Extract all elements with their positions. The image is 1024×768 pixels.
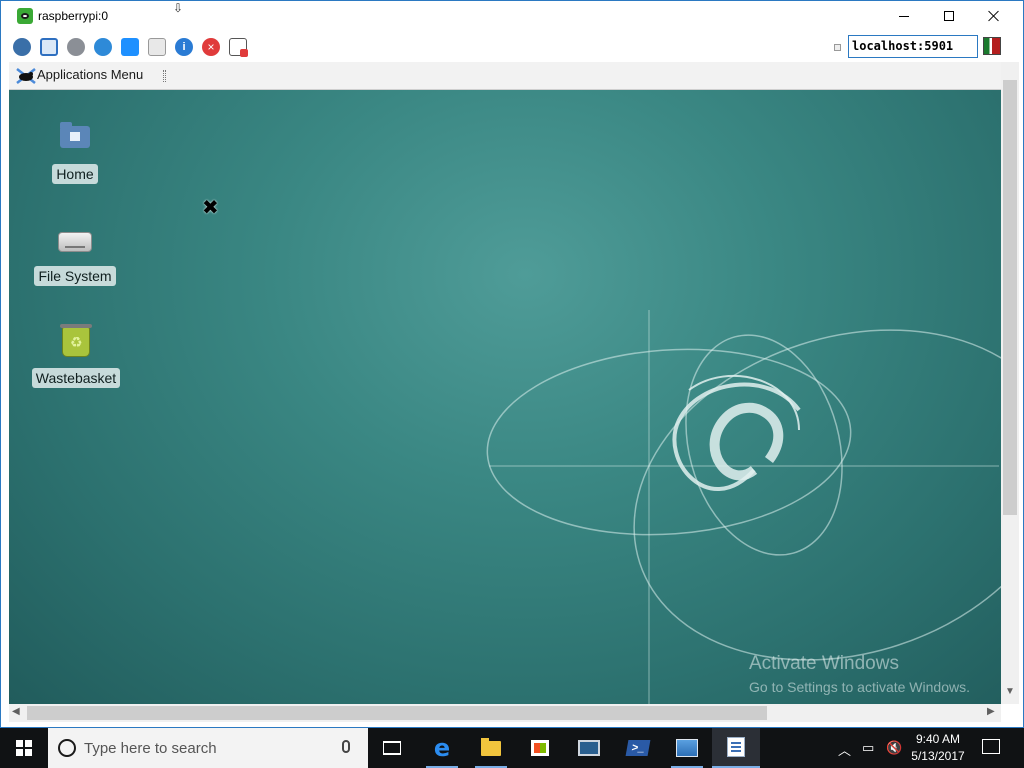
action-center-icon[interactable] [982,739,1000,754]
x-cursor-icon: ✖ [202,197,219,219]
file-explorer-icon [481,737,501,756]
scroll-right-arrow-icon[interactable]: ▶ [987,706,995,717]
vnc-viewer-icon [727,737,745,757]
remote-desktop-icon [578,740,600,756]
maximize-button[interactable] [926,1,972,31]
info-icon[interactable]: i [175,38,193,56]
desktop-icon-label: Home [52,164,98,184]
taskbar-search-box[interactable]: Type here to search [48,728,368,768]
watermark-subtitle: Go to Settings to activate Windows. [749,679,970,695]
horizontal-scrollbar[interactable]: ◀ ▶ [9,704,1001,722]
mouse-pointer-icon: ⇩ [173,1,184,15]
close-button[interactable] [971,1,1017,31]
desktop-icon-label: File System [34,266,116,286]
horizontal-scroll-thumb[interactable] [27,706,767,720]
activation-watermark: Activate Windows Go to Settings to activ… [749,653,970,695]
windows-logo-icon [16,740,32,756]
taskbar-edge[interactable]: e [418,728,466,768]
scroll-left-arrow-icon[interactable]: ◀ [12,706,20,717]
close-icon [988,10,1000,22]
connection-options-icon[interactable] [13,38,31,56]
taskbar-file-explorer[interactable] [467,728,515,768]
network-icon[interactable]: ▭ [862,740,874,756]
search-placeholder: Type here to search [84,740,217,757]
vnc-app-icon [17,8,33,24]
taskbar-network-app[interactable] [663,728,711,768]
vnc-viewer-window: raspberrypi:0 ⇩ i × localhost:5901 Appli… [0,0,1024,728]
refresh-icon[interactable] [94,38,112,56]
desktop-icon-file-system[interactable]: File System [30,220,120,286]
transfer-files-icon[interactable] [229,38,248,57]
host-address-field[interactable]: localhost:5901 [848,35,978,58]
windows-key-icon[interactable] [121,38,139,56]
store-icon [531,740,549,756]
taskbar-vnc-viewer[interactable] [712,728,760,768]
drive-icon [55,220,95,260]
powershell-icon: >_ [625,740,651,756]
desktop-icon-home[interactable]: Home [30,118,120,184]
clock-time: 9:40 AM [915,732,961,746]
network-computers-icon [676,739,698,757]
debian-swirl-wallpaper [486,310,1001,704]
remote-desktop[interactable]: Home File System Wastebasket ✖ Activate … [9,90,1001,704]
microphone-icon[interactable] [342,740,350,753]
vnc-toolbar: i × localhost:5901 [1,32,1023,62]
settings-gear-icon[interactable] [67,38,85,56]
clock-date: 5/13/2017 [911,749,965,763]
cortana-icon [58,739,76,757]
start-button[interactable] [0,728,48,768]
windows-taskbar: Type here to search e >_ ︿ ▭ 🔇 9:40 AM 5… [0,728,1024,768]
taskbar-powershell[interactable]: >_ [614,728,662,768]
title-bar[interactable]: raspberrypi:0 ⇩ [1,1,1023,31]
minimize-button[interactable] [881,1,927,31]
remote-xfce-panel: Applications Menu [9,62,1001,90]
taskbar-remote-desktop[interactable] [565,728,613,768]
panel-handle[interactable] [163,70,166,82]
window-title: raspberrypi:0 [38,9,109,23]
task-view-button[interactable] [368,728,416,768]
taskbar-store[interactable] [516,728,564,768]
scroll-down-arrow-icon[interactable]: ▼ [1005,686,1015,697]
desktop-icon-wastebasket[interactable]: Wastebasket [31,322,121,388]
vertical-scrollbar[interactable]: ▼ [1001,62,1019,704]
show-hidden-icons-chevron-icon[interactable]: ︿ [838,740,851,759]
desktop-icon-label: Wastebasket [31,368,121,388]
connection-flag-icon[interactable] [983,37,1001,55]
taskbar-clock[interactable]: 9:40 AM 5/13/2017 [900,731,976,765]
minimize-icon [899,15,909,17]
applications-menu-button[interactable]: Applications Menu [37,67,143,82]
edge-icon: e [433,734,451,762]
host-status-indicator [834,44,841,51]
task-view-icon [383,741,401,755]
watermark-title: Activate Windows [749,653,899,674]
trash-icon [56,322,96,362]
ctrl-alt-del-icon[interactable] [148,38,166,56]
xfce-mouse-icon[interactable] [15,65,37,87]
maximize-icon [944,11,954,21]
vertical-scroll-thumb[interactable] [1003,80,1017,515]
home-folder-icon [55,118,95,158]
fullscreen-icon[interactable] [40,38,58,56]
disconnect-icon[interactable]: × [202,38,220,56]
